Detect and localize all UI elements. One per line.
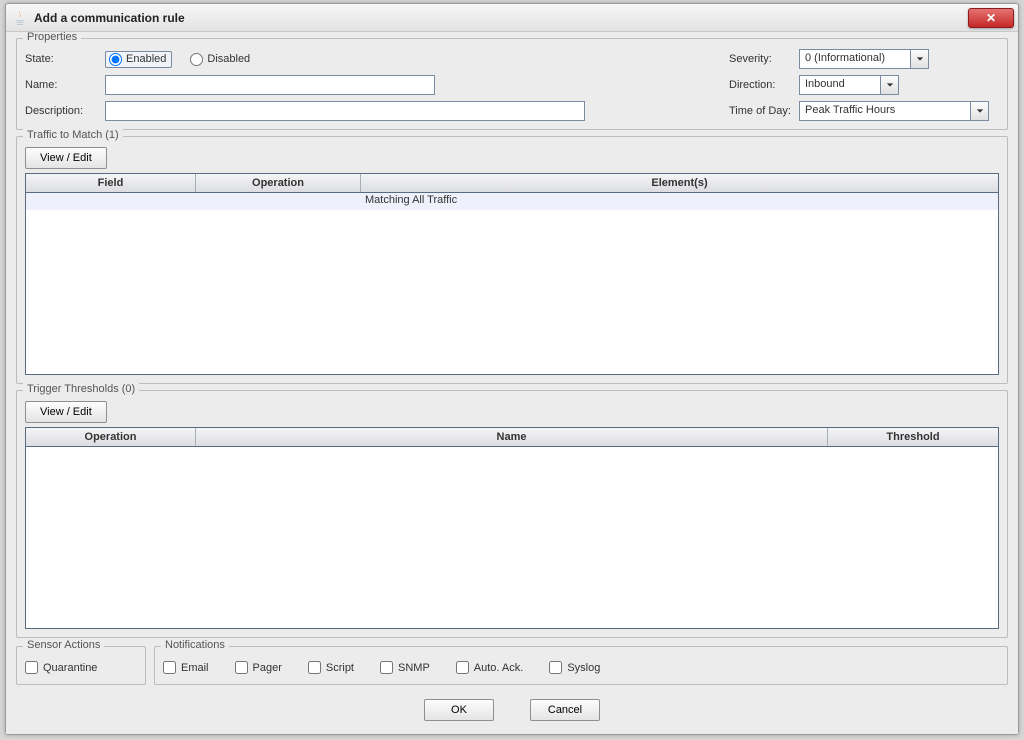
sensor-actions-group: Sensor Actions Quarantine (16, 646, 146, 685)
state-enabled-radio[interactable]: Enabled (105, 51, 172, 68)
severity-label: Severity: (709, 53, 799, 65)
titlebar: Add a communication rule ✕ (6, 4, 1018, 32)
timeofday-value: Peak Traffic Hours (800, 102, 970, 120)
state-radios: Enabled Disabled (105, 51, 505, 68)
bottom-row: Sensor Actions Quarantine Notifications … (16, 646, 1008, 691)
syslog-input[interactable] (549, 661, 562, 674)
snmp-checkbox[interactable]: SNMP (380, 661, 430, 674)
severity-select[interactable]: 0 (Informational) (799, 49, 929, 69)
table-row[interactable]: Matching All Traffic (26, 193, 998, 210)
timeofday-label: Time of Day: (709, 105, 799, 117)
description-label: Description: (25, 105, 105, 117)
state-enabled-label: Enabled (126, 53, 166, 65)
severity-value: 0 (Informational) (800, 50, 910, 68)
close-button[interactable]: ✕ (968, 8, 1014, 28)
traffic-group: Traffic to Match (1) View / Edit Field O… (16, 136, 1008, 384)
severity-dropdown-arrow[interactable] (910, 50, 928, 68)
trigger-legend: Trigger Thresholds (0) (23, 383, 139, 395)
pager-input[interactable] (235, 661, 248, 674)
name-label: Name: (25, 79, 105, 91)
state-enabled-input[interactable] (109, 53, 122, 66)
snmp-label: SNMP (398, 662, 430, 674)
traffic-col-field[interactable]: Field (26, 174, 196, 192)
window-title: Add a communication rule (34, 11, 968, 25)
dialog-window: Add a communication rule ✕ Properties St… (5, 3, 1019, 735)
traffic-col-elements[interactable]: Element(s) (361, 174, 998, 192)
direction-value: Inbound (800, 76, 880, 94)
cell-field (26, 193, 196, 209)
java-icon (12, 10, 28, 26)
email-checkbox[interactable]: Email (163, 661, 209, 674)
quarantine-label: Quarantine (43, 662, 97, 674)
cancel-button[interactable]: Cancel (530, 699, 600, 721)
email-label: Email (181, 662, 209, 674)
email-input[interactable] (163, 661, 176, 674)
traffic-legend: Traffic to Match (1) (23, 129, 123, 141)
state-disabled-input[interactable] (190, 53, 203, 66)
state-disabled-label: Disabled (207, 53, 250, 65)
name-input[interactable] (105, 75, 435, 95)
close-icon: ✕ (986, 12, 996, 24)
chevron-down-icon (916, 55, 924, 63)
pager-checkbox[interactable]: Pager (235, 661, 282, 674)
state-label: State: (25, 53, 105, 65)
dialog-buttons: OK Cancel (16, 691, 1008, 723)
traffic-view-edit-button[interactable]: View / Edit (25, 147, 107, 169)
traffic-table-body[interactable]: Matching All Traffic (26, 193, 998, 374)
syslog-label: Syslog (567, 662, 600, 674)
state-disabled-radio[interactable]: Disabled (190, 53, 250, 66)
notifications-group: Notifications Email Pager Script (154, 646, 1008, 685)
trigger-col-operation[interactable]: Operation (26, 428, 196, 446)
timeofday-select[interactable]: Peak Traffic Hours (799, 101, 989, 121)
traffic-col-operation[interactable]: Operation (196, 174, 361, 192)
chevron-down-icon (886, 81, 894, 89)
snmp-input[interactable] (380, 661, 393, 674)
trigger-view-edit-button[interactable]: View / Edit (25, 401, 107, 423)
trigger-group: Trigger Thresholds (0) View / Edit Opera… (16, 390, 1008, 638)
autoack-input[interactable] (456, 661, 469, 674)
script-label: Script (326, 662, 354, 674)
traffic-table: Field Operation Element(s) Matching All … (25, 173, 999, 375)
notifications-legend: Notifications (161, 639, 229, 651)
notifications-row: Email Pager Script SNMP (163, 661, 999, 674)
trigger-table-header: Operation Name Threshold (26, 428, 998, 447)
ok-button[interactable]: OK (424, 699, 494, 721)
autoack-checkbox[interactable]: Auto. Ack. (456, 661, 524, 674)
trigger-col-name[interactable]: Name (196, 428, 828, 446)
script-input[interactable] (308, 661, 321, 674)
description-input[interactable] (105, 101, 585, 121)
quarantine-input[interactable] (25, 661, 38, 674)
client-area: Properties State: Enabled Disabled Sever… (6, 32, 1018, 734)
cell-elements: Matching All Traffic (361, 193, 998, 209)
autoack-label: Auto. Ack. (474, 662, 524, 674)
quarantine-checkbox[interactable]: Quarantine (25, 661, 137, 674)
direction-select[interactable]: Inbound (799, 75, 899, 95)
traffic-table-header: Field Operation Element(s) (26, 174, 998, 193)
pager-label: Pager (253, 662, 282, 674)
properties-grid: State: Enabled Disabled Severity: 0 (Inf… (25, 49, 999, 121)
trigger-table-body[interactable] (26, 447, 998, 628)
chevron-down-icon (976, 107, 984, 115)
sensor-actions-legend: Sensor Actions (23, 639, 104, 651)
properties-group: Properties State: Enabled Disabled Sever… (16, 38, 1008, 130)
direction-dropdown-arrow[interactable] (880, 76, 898, 94)
syslog-checkbox[interactable]: Syslog (549, 661, 600, 674)
timeofday-dropdown-arrow[interactable] (970, 102, 988, 120)
trigger-col-threshold[interactable]: Threshold (828, 428, 998, 446)
cell-operation (196, 193, 361, 209)
trigger-table: Operation Name Threshold (25, 427, 999, 629)
properties-legend: Properties (23, 32, 81, 43)
script-checkbox[interactable]: Script (308, 661, 354, 674)
direction-label: Direction: (709, 79, 799, 91)
